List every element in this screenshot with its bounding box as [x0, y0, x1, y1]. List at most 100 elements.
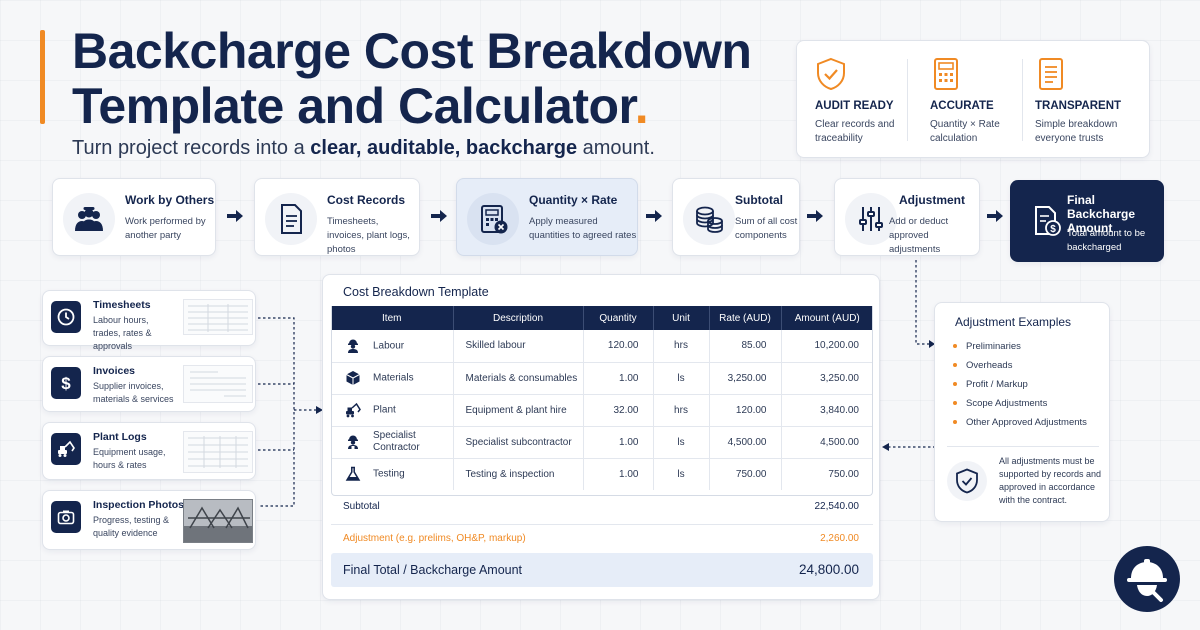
hardhat-logo-graphic	[1127, 559, 1167, 602]
dollar-icon: $	[61, 374, 71, 392]
row-unit: hrs	[653, 393, 710, 426]
table-row: Materials Materials & consumables 1.00 l…	[331, 361, 873, 394]
page-title: Backcharge Cost Breakdown Template and C…	[72, 24, 772, 134]
template-title: Cost Breakdown Template	[343, 285, 489, 299]
badge-title: AUDIT READY	[815, 100, 894, 112]
cell-item: Testing	[331, 457, 454, 490]
flow-step-desc: Apply measured quantities to agreed rate…	[529, 216, 637, 241]
row-item: Specialist Contractor	[373, 430, 420, 453]
title-line-1: Backcharge Cost Breakdown	[72, 23, 752, 79]
adjustment-examples: Adjustment Examples Preliminaries Overhe…	[934, 302, 1110, 522]
flow-step-title: Cost Records	[327, 193, 406, 207]
final-total-label: Final Total / Backcharge Amount	[343, 563, 523, 577]
cost-breakdown-template: Cost Breakdown Template Item Description…	[322, 274, 880, 600]
list-item-text: Overheads	[966, 360, 1013, 371]
arrow-right-icon	[227, 210, 243, 222]
source-invoices: $ Invoices Supplier invoices, materials …	[42, 356, 256, 412]
source-desc: Labour hours, trades, rates & approvals	[93, 315, 152, 351]
source-icon-bg	[51, 501, 81, 533]
flow-step-title: Work by Others	[125, 193, 215, 207]
flow-icon-bg	[63, 193, 115, 245]
list-item-text: Profit / Markup	[966, 379, 1028, 390]
worker-icon	[348, 339, 358, 353]
bullet	[953, 344, 957, 349]
row-unit: hrs	[653, 330, 710, 362]
list-item: Profit / Markup	[953, 375, 1087, 394]
adjustment-label: Adjustment (e.g. prelims, OH&P, markup)	[343, 533, 526, 544]
badge-desc: Simple breakdown everyone trusts	[1035, 119, 1118, 144]
bullet	[953, 420, 957, 425]
title-dot: .	[634, 78, 649, 134]
final-total-row: Final Total / Backcharge Amount 24,800.0…	[331, 553, 873, 587]
adjustment-list: Preliminaries Overheads Profit / Markup …	[953, 337, 1087, 432]
cell-item: Labour	[331, 330, 454, 362]
arrow-right-icon	[807, 210, 823, 222]
row-amount: 3,840.00	[781, 393, 873, 426]
flow-icon-bg	[265, 193, 317, 245]
list-item: Overheads	[953, 356, 1087, 375]
subtitle-pre: Turn project records into a	[72, 137, 311, 159]
row-desc: Specialist subcontractor	[453, 425, 584, 458]
arrow-right-icon	[431, 210, 447, 222]
svg-text:$: $	[61, 374, 71, 392]
flow-step-work-by-others: Work by Others Work performed by another…	[52, 178, 216, 256]
row-qty: 1.00	[583, 457, 654, 490]
sliders-icon	[859, 207, 883, 231]
badge-audit-ready: AUDIT READY Clear records and traceabili…	[797, 41, 915, 159]
flow-step-subtotal: Subtotal Sum of all cost components	[672, 178, 800, 256]
source-connectors	[258, 317, 323, 507]
source-icon-bg: $	[51, 367, 81, 399]
row-amount: 4,500.00	[781, 425, 873, 458]
cell-item: Specialist Contractor	[331, 425, 454, 458]
cost-table: Item Description Quantity Unit Rate (AUD…	[331, 306, 873, 490]
list-item: Preliminaries	[953, 337, 1087, 356]
arrow-right-icon	[646, 210, 662, 222]
row-item: Materials	[373, 372, 414, 384]
inspection-photo-thumbnail	[183, 499, 253, 543]
svg-text:$: $	[1050, 224, 1056, 235]
list-item-text: Preliminaries	[966, 341, 1021, 352]
coins-icon	[696, 206, 723, 233]
bullet	[953, 401, 957, 406]
row-item: Plant	[373, 404, 396, 416]
col-amount: Amount (AUD)	[781, 306, 873, 330]
row-item: Testing	[373, 468, 405, 480]
clock-icon	[57, 308, 75, 326]
title-line-2: Template and Calculator.	[72, 79, 772, 134]
source-title: Inspection Photos	[93, 499, 185, 511]
flow-icon-bg: $	[1021, 195, 1073, 247]
source-desc: Equipment usage, hours & rates	[93, 447, 166, 470]
bullet	[953, 382, 957, 387]
badge-desc: Clear records and traceability	[815, 119, 895, 144]
excavator-icon	[346, 402, 361, 418]
flow-step-desc: Sum of all cost components	[735, 216, 798, 241]
flow-step-quantity-rate: Quantity × Rate Apply measured quantitie…	[456, 178, 638, 256]
source-title: Invoices	[93, 365, 136, 377]
invoice-dollar-icon: $	[1035, 206, 1061, 236]
flow-step-adjustment: Adjustment Add or deduct approved adjust…	[834, 178, 980, 256]
invoice-thumbnail	[183, 365, 253, 403]
calculator-icon	[481, 205, 508, 234]
row-amount: 3,250.00	[781, 361, 873, 394]
row-rate: 750.00	[709, 457, 782, 490]
col-item: Item	[331, 306, 454, 330]
subtitle-bold: clear, auditable, backcharge	[310, 137, 578, 159]
flow-step-desc: Add or deduct approved adjustments	[889, 216, 949, 255]
cell-item: Plant	[331, 393, 454, 426]
title-line-2-text: Template and Calculator	[72, 78, 635, 134]
row-desc: Skilled labour	[453, 330, 584, 362]
row-item: Labour	[373, 340, 405, 352]
excavator-icon	[58, 440, 75, 457]
source-icon-bg	[51, 301, 81, 333]
list-item: Scope Adjustments	[953, 394, 1087, 413]
examples-to-table-connector	[882, 443, 934, 451]
source-title: Timesheets	[93, 299, 151, 311]
table-row: Specialist Contractor Specialist subcont…	[331, 425, 873, 458]
row-rate: 4,500.00	[709, 425, 782, 458]
row-qty: 1.00	[583, 361, 654, 394]
list-item-text: Other Approved Adjustments	[966, 417, 1087, 428]
divider	[947, 446, 1099, 447]
subtotal-label: Subtotal	[343, 501, 380, 512]
list-item: Other Approved Adjustments	[953, 413, 1087, 432]
page-subtitle: Turn project records into a clear, audit…	[72, 137, 655, 160]
